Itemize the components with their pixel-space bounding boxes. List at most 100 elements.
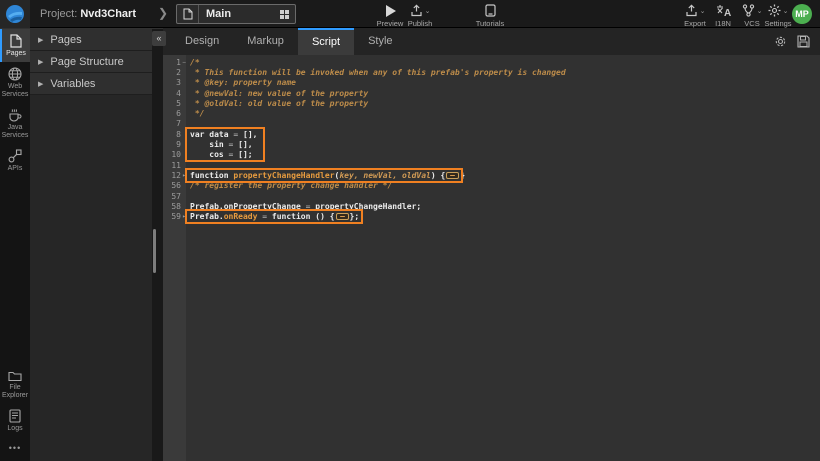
globe-icon — [8, 67, 22, 81]
script-settings-gear-icon[interactable] — [774, 35, 787, 48]
code-line[interactable] — [186, 119, 820, 129]
panel-section-label: Variables — [50, 78, 95, 90]
code-line[interactable]: function propertyChangeHandler(key, newV… — [186, 170, 820, 180]
user-avatar[interactable]: MP — [792, 4, 812, 24]
tab-design[interactable]: Design — [171, 28, 233, 55]
project-name: Nvd3Chart — [80, 8, 136, 20]
page-grid-icon[interactable] — [280, 10, 289, 19]
gutter-line-number: 9 — [163, 139, 186, 149]
coffee-cup-icon — [8, 108, 22, 122]
chevron-right-icon: ▶ — [38, 58, 43, 66]
wavemaker-logo[interactable] — [0, 0, 30, 28]
app-window: Project: Nvd3Chart ❯ Main Preview ⌄ Publ… — [0, 0, 820, 461]
gutter-line-number: 1− — [163, 57, 186, 67]
gutter-line-number: 4 — [163, 88, 186, 98]
code-line[interactable]: Prefab.onPropertyChange = propertyChange… — [186, 201, 820, 211]
save-icon[interactable] — [797, 35, 810, 48]
panel-collapse-button[interactable]: « — [152, 31, 166, 46]
gutter-line-number: 8 — [163, 129, 186, 139]
editor-code[interactable]: /* * This function will be invoked when … — [186, 57, 820, 222]
code-line[interactable] — [186, 160, 820, 170]
code-line[interactable]: sin = [], — [186, 139, 820, 149]
panel-section-label: Pages — [50, 34, 81, 46]
panel-splitter[interactable] — [152, 29, 163, 461]
gutter-line-number: 7 — [163, 119, 186, 129]
gutter-line-number: 2 — [163, 67, 186, 77]
tab-style[interactable]: Style — [354, 28, 406, 55]
code-line[interactable]: var data = [], — [186, 129, 820, 139]
rail-label: APIs — [8, 165, 23, 173]
code-line[interactable] — [186, 191, 820, 201]
chevron-down-icon: ⌄ — [783, 7, 789, 15]
page-doc-icon — [177, 5, 199, 23]
wavemaker-logo-icon — [5, 4, 25, 24]
svg-text:A: A — [724, 8, 731, 17]
left-icon-rail: Pages Web Services Java Services APIs Fi… — [0, 29, 30, 461]
gutter-line-number: 11 — [163, 160, 186, 170]
rail-label: Java Services — [0, 124, 30, 140]
project-label: Project: — [40, 8, 77, 20]
tab-script[interactable]: Script — [298, 28, 354, 55]
code-line[interactable]: */ — [186, 108, 820, 118]
rail-item-apis[interactable]: APIs — [0, 144, 30, 177]
gutter-line-number: 56 — [163, 181, 186, 191]
panel-section-page-structure[interactable]: ▶ Page Structure — [30, 51, 152, 73]
more-options-icon[interactable]: ••• — [0, 437, 30, 461]
editor-tabbar: Design Markup Script Style — [163, 28, 820, 55]
folded-code-icon[interactable] — [336, 213, 349, 220]
code-line[interactable]: /* register the property change handler … — [186, 181, 820, 191]
rail-item-logs[interactable]: Logs — [0, 404, 30, 437]
gutter-line-number: 3 — [163, 78, 186, 88]
editor-gutter[interactable]: 1−23456789101112▸56575859▸ — [163, 55, 186, 461]
folded-code-icon[interactable] — [446, 172, 459, 179]
gutter-line-number: 10 — [163, 150, 186, 160]
topbar: Project: Nvd3Chart ❯ Main Preview ⌄ Publ… — [0, 0, 820, 28]
settings-label: Settings — [757, 19, 799, 28]
gutter-line-number: 12▸ — [163, 170, 186, 180]
rail-item-web-services[interactable]: Web Services — [0, 62, 30, 103]
page-selector[interactable]: Main — [176, 4, 296, 24]
code-line[interactable]: * @newVal: new value of the property — [186, 88, 820, 98]
breadcrumb-chevron-icon: ❯ — [158, 6, 168, 20]
panel-section-label: Page Structure — [50, 56, 123, 68]
gutter-line-number: 58 — [163, 201, 186, 211]
rail-spacer — [0, 177, 30, 365]
code-line[interactable]: Prefab.onReady = function () {}; — [186, 211, 820, 221]
left-panel: ▶ Pages ▶ Page Structure ▶ Variables — [30, 29, 152, 461]
connector-icon — [8, 149, 22, 163]
tab-markup[interactable]: Markup — [233, 28, 298, 55]
panel-section-pages[interactable]: ▶ Pages — [30, 29, 152, 51]
rail-label: File Explorer — [0, 384, 30, 400]
gutter-line-number: 59▸ — [163, 211, 186, 221]
rail-item-file-explorer[interactable]: File Explorer — [0, 365, 30, 404]
publish-button[interactable]: ⌄ Publish — [397, 3, 443, 28]
chevron-down-icon: ⌄ — [425, 7, 431, 15]
code-line[interactable]: * @key: property name — [186, 78, 820, 88]
rail-item-java-services[interactable]: Java Services — [0, 103, 30, 144]
code-line[interactable]: /* — [186, 57, 820, 67]
page-icon — [10, 34, 22, 48]
gutter-line-number: 6 — [163, 108, 186, 118]
script-code-editor[interactable]: 1−23456789101112▸56575859▸ /* * This fun… — [163, 55, 820, 461]
rail-label: Logs — [7, 425, 22, 433]
code-line[interactable]: cos = []; — [186, 150, 820, 160]
tutorials-label: Tutorials — [468, 19, 512, 28]
chevron-right-icon: ▶ — [38, 80, 43, 88]
gutter-line-number: 5 — [163, 98, 186, 108]
project-breadcrumb: Project: Nvd3Chart — [40, 8, 136, 20]
panel-scrollbar-thumb[interactable] — [153, 229, 156, 273]
tutorials-button[interactable]: Tutorials — [468, 3, 512, 28]
folder-icon — [8, 370, 22, 382]
panel-section-variables[interactable]: ▶ Variables — [30, 73, 152, 95]
rail-label: Web Services — [0, 83, 30, 99]
page-selector-value: Main — [199, 8, 280, 20]
code-line[interactable]: * @oldVal: old value of the property — [186, 98, 820, 108]
publish-label: Publish — [397, 19, 443, 28]
rail-item-pages[interactable]: Pages — [0, 29, 30, 62]
chevron-right-icon: ▶ — [38, 36, 43, 44]
code-line[interactable]: * This function will be invoked when any… — [186, 67, 820, 77]
log-file-icon — [9, 409, 21, 423]
rail-label: Pages — [6, 50, 26, 58]
tutorials-book-icon — [468, 3, 512, 17]
gutter-line-number: 57 — [163, 191, 186, 201]
